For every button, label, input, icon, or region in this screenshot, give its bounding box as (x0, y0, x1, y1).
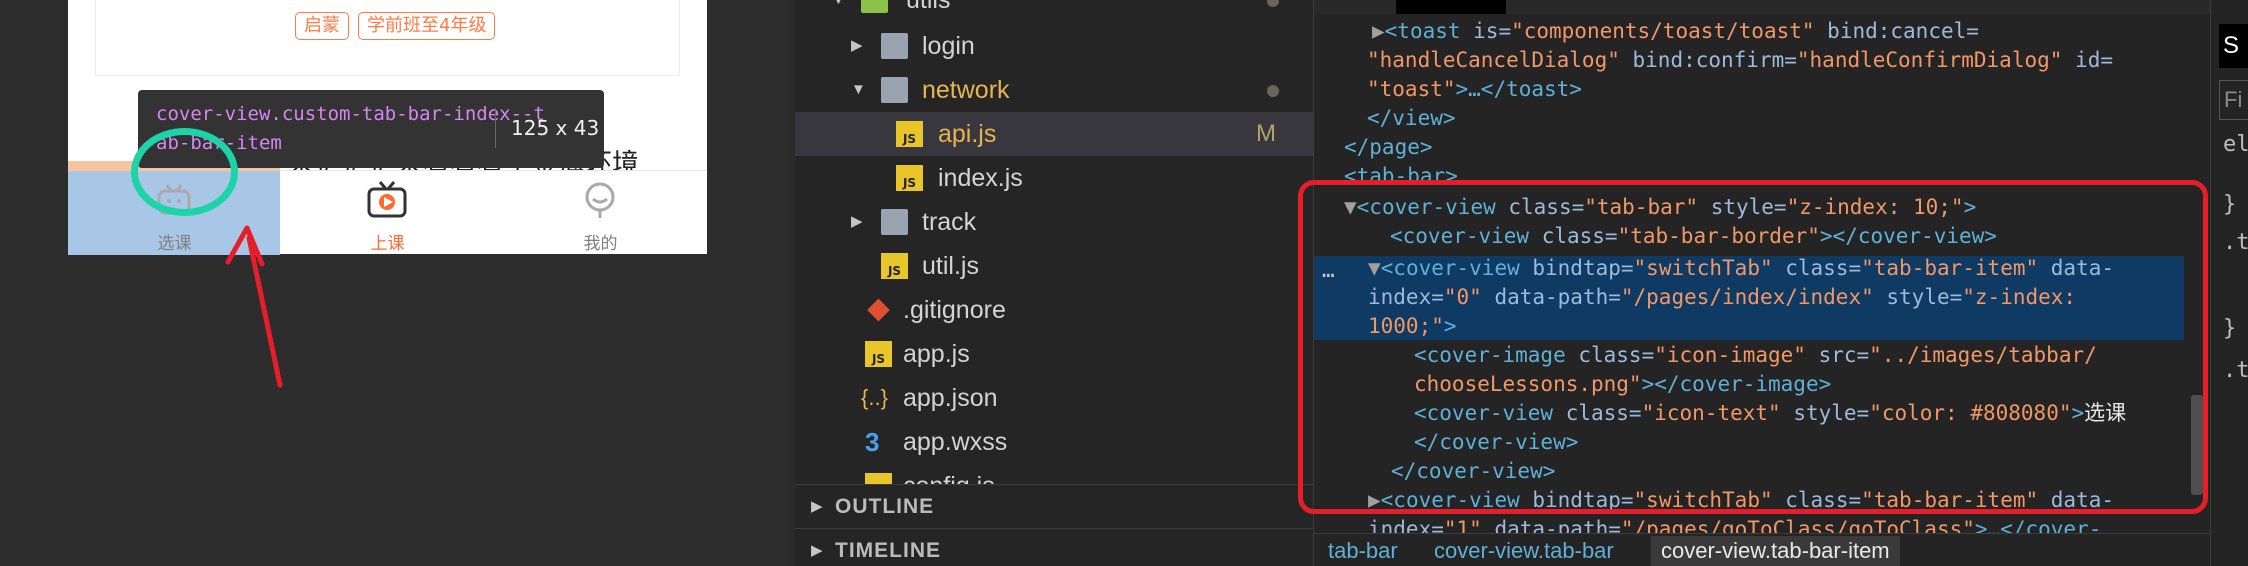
section-label: TIMELINE (835, 539, 941, 562)
code-attr: id= (2062, 48, 2113, 72)
modified-dot (1267, 85, 1279, 97)
code-attr: bind:confirm= (1619, 48, 1797, 72)
style-rule-text: } (2223, 316, 2237, 341)
breadcrumb-cover-view-tab-bar[interactable]: cover-view.tab-bar (1434, 536, 1614, 566)
tree-label: api.js (938, 120, 997, 148)
devtools-toolbar-tab[interactable] (1396, 0, 1506, 14)
tree-file-api-js[interactable]: JS api.js M (795, 112, 1313, 156)
js-file-icon: JS (896, 165, 923, 191)
code-value: "handleCancelDialog" (1367, 48, 1620, 72)
dom-node-toast[interactable]: ▶<toast is="components/toast/toast" bind… (1372, 17, 1979, 46)
tree-label: track (922, 208, 977, 236)
tree-label: app.json (903, 384, 998, 412)
style-rule-text: .t (2223, 230, 2248, 255)
outline-section[interactable]: ▶ OUTLINE (795, 484, 1313, 528)
chevron-right-icon: ▶ (851, 37, 863, 54)
code-value: "handleConfirmDialog" (1796, 48, 2063, 72)
file-explorer: ▼ utils ▶ login ▼ network JS api.js M JS… (795, 0, 1313, 566)
tree-label: app.wxss (903, 428, 1008, 456)
section-label: OUTLINE (835, 495, 935, 518)
styles-pane: S Fi el } .t } .t (2210, 0, 2248, 566)
dom-breadcrumb: tab-bar cover-view.tab-bar cover-view.ta… (1314, 533, 2211, 566)
json-file-icon: {..} (861, 385, 888, 410)
dom-node-toast-cont-2: "toast">…</toast> (1367, 75, 1582, 104)
chevron-right-icon: ▶ (811, 498, 824, 515)
js-file-icon: JS (865, 473, 892, 484)
dom-node-view-close: </view> (1367, 106, 1456, 130)
js-file-icon: JS (865, 341, 892, 367)
tree-folder-utils[interactable]: ▼ utils (795, 0, 1313, 22)
tree-file-gitignore[interactable]: .gitignore (795, 288, 1313, 332)
tree-file-app-json[interactable]: {..} app.json (795, 376, 1313, 420)
dom-node-tab-bar-item-1-cont: index="1" data-path="/pages/goToClass/go… (1368, 515, 2101, 533)
chevron-down-icon: ▼ (851, 81, 866, 98)
code-attr: data-path= (1481, 517, 1621, 533)
folder-icon (861, 0, 888, 13)
chevron-right-icon: ▶ (811, 542, 824, 559)
styles-tab[interactable]: S (2219, 24, 2248, 68)
dom-node-toast-cont: "handleCancelDialog" bind:confirm="handl… (1367, 46, 2113, 75)
styles-filter-input[interactable]: Fi (2219, 80, 2248, 120)
tree-folder-network[interactable]: ▼ network (795, 68, 1313, 112)
modified-dot (1267, 0, 1279, 7)
code-attr: index= (1368, 517, 1444, 533)
timeline-section[interactable]: ▶ TIMELINE (795, 528, 1313, 566)
code-value: "/pages/goToClass/goToClass" (1620, 517, 1975, 533)
code-value: "components/toast/toast" (1511, 19, 1815, 43)
js-file-icon: JS (881, 253, 908, 279)
style-rule-text: el (2223, 132, 2248, 157)
annotation-arrow (225, 225, 283, 388)
tree-label: login (922, 32, 975, 60)
annotation-red-box (1298, 180, 2208, 514)
chevron-right-icon: ▶ (851, 213, 863, 230)
tree-label: network (922, 76, 1010, 104)
code-tag: >…</toast> (1455, 77, 1582, 101)
folder-open-icon (881, 77, 908, 103)
tree-label: index.js (938, 164, 1023, 192)
tree-file-index-js[interactable]: JS index.js (795, 156, 1313, 200)
code-attr: bind:cancel= (1814, 19, 1979, 43)
tree-folder-login[interactable]: ▶ login (795, 24, 1313, 68)
code-value: "1" (1443, 517, 1482, 533)
js-file-icon: JS (896, 121, 923, 147)
git-modified-badge: M (1256, 120, 1276, 147)
tree-file-app-js[interactable]: JS app.js (795, 332, 1313, 376)
breadcrumb-tab-bar[interactable]: tab-bar (1328, 536, 1398, 566)
dom-node-page-close: </page> (1344, 135, 1433, 159)
tree-label: app.js (903, 340, 970, 368)
folder-icon (881, 33, 908, 59)
git-icon (867, 298, 890, 322)
css-file-icon: 3 (865, 427, 880, 457)
code-attr: is= (1460, 19, 1512, 43)
code-tag: …</cover- (1987, 517, 2102, 533)
tree-label: utils (906, 0, 951, 14)
folder-icon (881, 209, 908, 235)
tree-file-config-js[interactable]: JS config.js (795, 464, 1313, 484)
breadcrumb-cover-view-tab-bar-item[interactable]: cover-view.tab-bar-item (1651, 536, 1900, 566)
tree-label: .gitignore (903, 296, 1006, 324)
code-value: "toast" (1367, 77, 1456, 101)
chevron-right-icon: ▶ (1372, 19, 1385, 43)
code-tag: > (1974, 517, 1988, 533)
style-rule-text: } (2223, 192, 2237, 217)
dom-node-tab-bar[interactable]: <tab-bar> (1344, 162, 1458, 180)
tree-file-util-js[interactable]: JS util.js (795, 244, 1313, 288)
tree-label: util.js (922, 252, 979, 280)
tree-folder-track[interactable]: ▶ track (795, 200, 1313, 244)
style-rule-text: .t (2223, 358, 2248, 383)
tree-file-app-wxss[interactable]: 3 app.wxss (795, 420, 1313, 464)
chevron-down-icon: ▼ (831, 0, 851, 22)
code-tag: <toast (1384, 19, 1461, 43)
tree-label: config.js (903, 464, 995, 484)
